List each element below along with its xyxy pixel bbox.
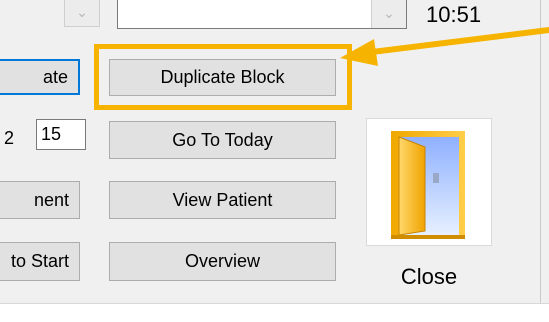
close-label: Close [400, 264, 458, 289]
number-field-left-value: 2 [4, 128, 15, 148]
interval-input[interactable]: 15 [36, 119, 86, 150]
overview-button[interactable]: Overview [109, 242, 336, 281]
panel-bottom-strip [0, 303, 549, 322]
appointment-button[interactable]: nent [0, 181, 80, 219]
update-button[interactable]: ate [0, 59, 80, 95]
door-icon [391, 131, 465, 239]
number-field-left[interactable]: 2 [4, 128, 14, 149]
view-patient-button[interactable]: View Patient [109, 181, 336, 219]
arrow-annotation [340, 27, 549, 66]
combo-dropdown-left[interactable]: ⌄ [64, 0, 100, 27]
chevron-down-icon: ⌄ [76, 5, 88, 21]
duplicate-block-button[interactable]: Duplicate Block [109, 59, 336, 96]
chevron-down-icon: ⌄ [383, 5, 395, 22]
back-to-start-button[interactable]: to Start [0, 242, 80, 281]
go-to-today-button[interactable]: Go To Today [109, 121, 336, 159]
close-button[interactable] [366, 118, 492, 246]
